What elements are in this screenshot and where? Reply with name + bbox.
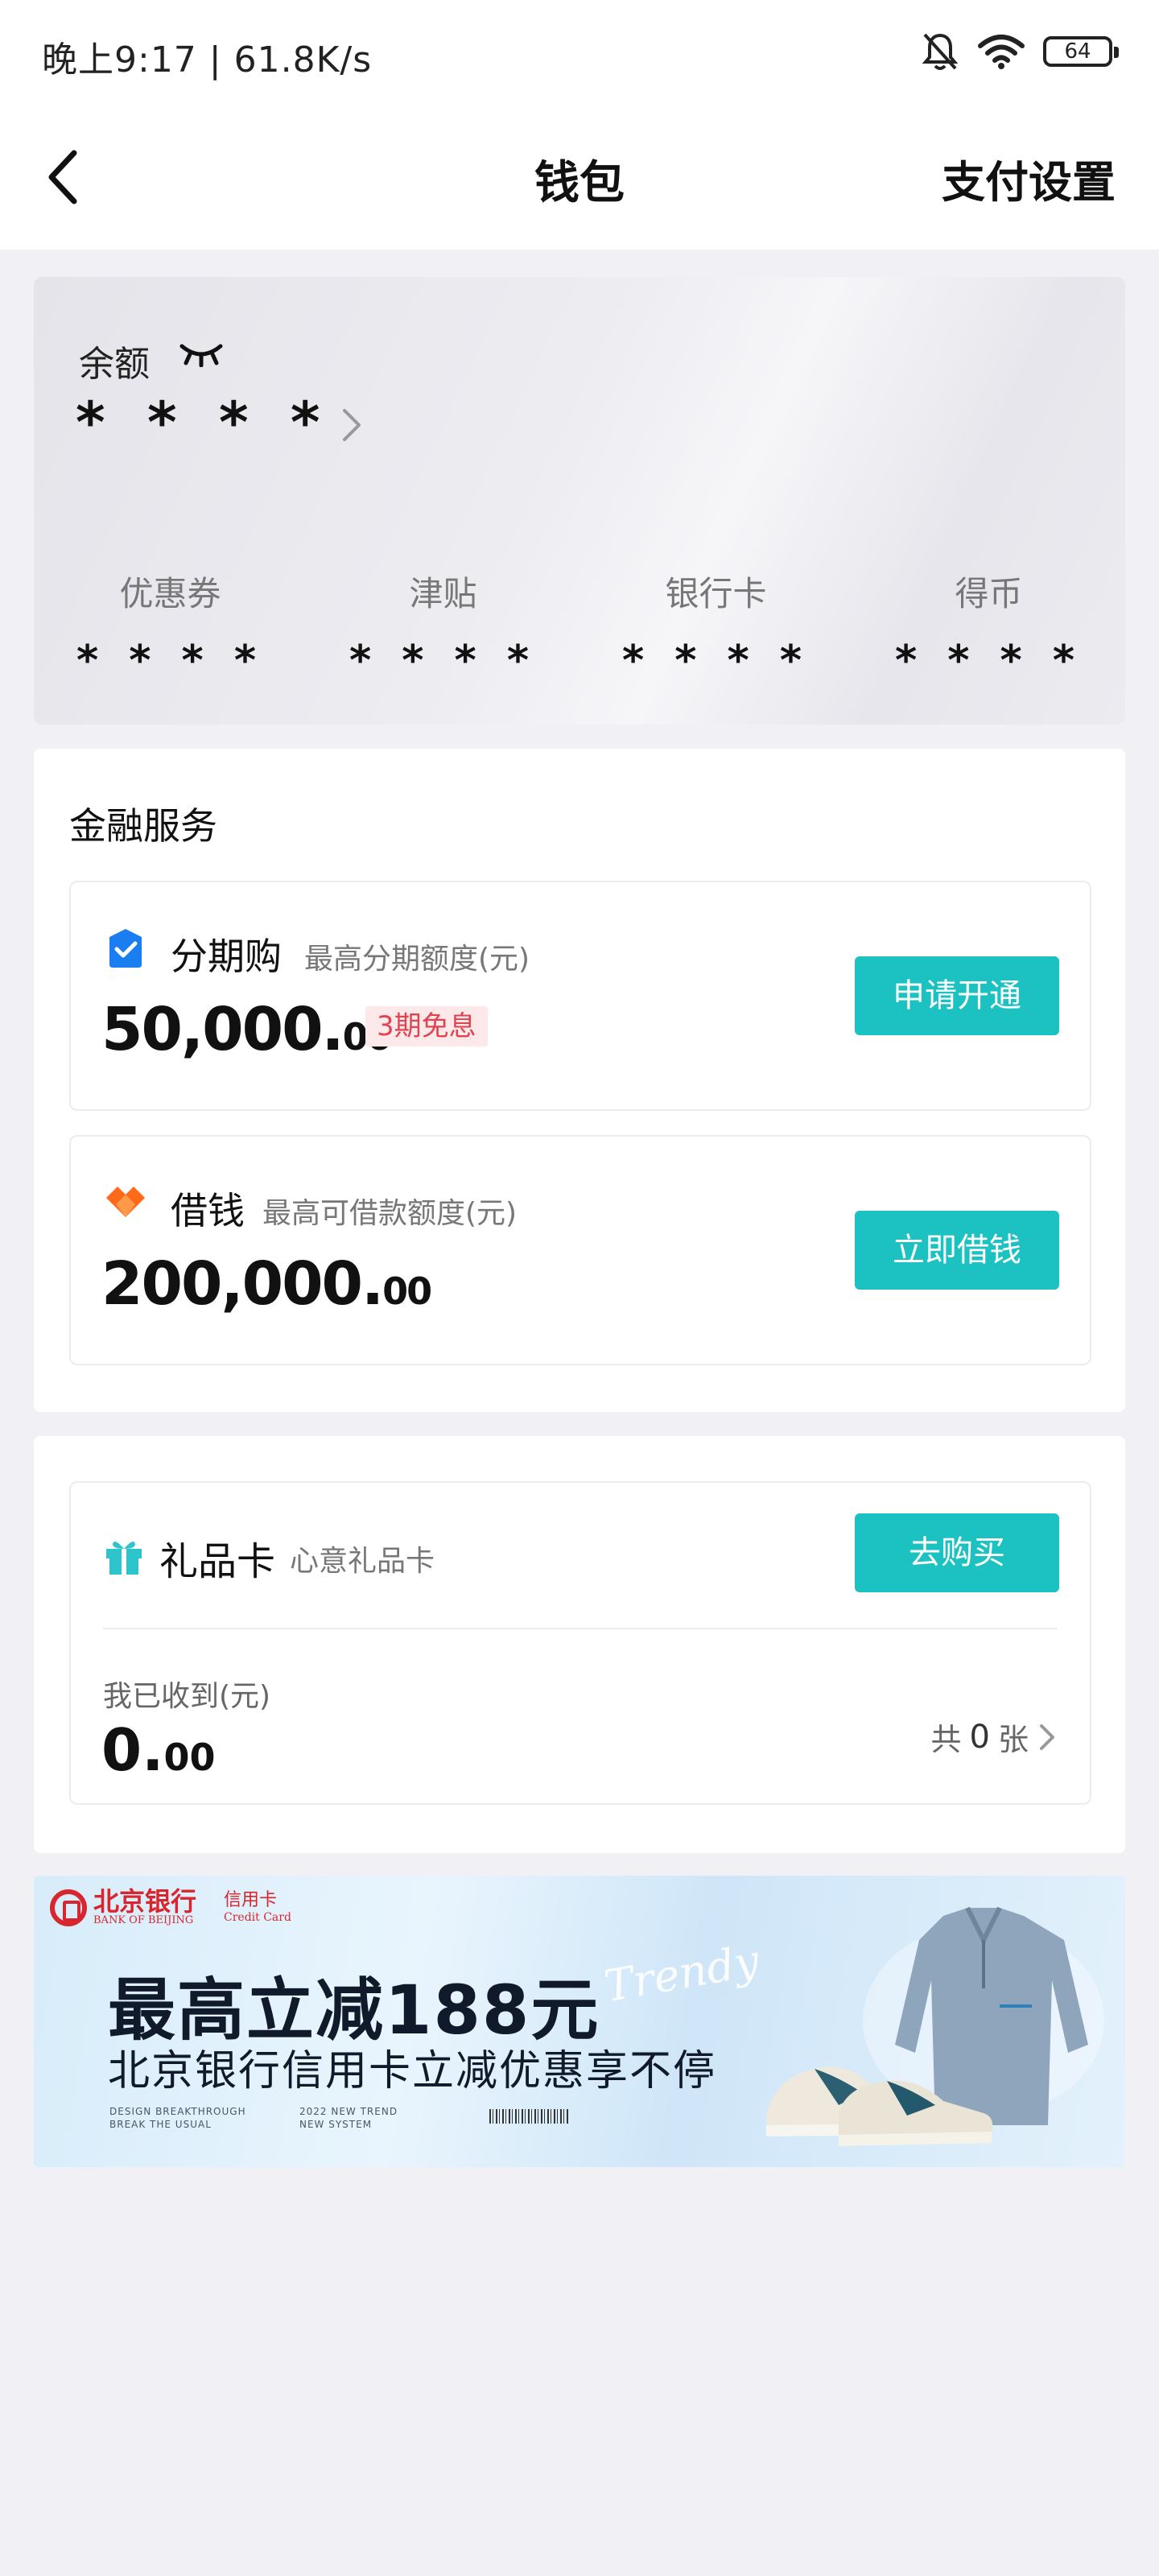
nav-bar: 钱包 支付设置 bbox=[0, 105, 1159, 250]
promo-banner[interactable]: 北京银行 BANK OF BEIJING 信用卡 Credit Card 最高立… bbox=[34, 1876, 1125, 2167]
battery-level: 64 bbox=[1064, 39, 1091, 64]
count-number: 0 bbox=[969, 1718, 990, 1756]
borrow-now-button[interactable]: 立即借钱 bbox=[855, 1211, 1059, 1290]
apply-open-button[interactable]: 申请开通 bbox=[855, 956, 1059, 1035]
loan-subtitle: 最高可借款额度(元) bbox=[262, 1197, 518, 1230]
installment-name: 分期购 bbox=[171, 935, 282, 978]
section-title: 金融服务 bbox=[69, 804, 217, 848]
asset-value: * * * * bbox=[894, 637, 1083, 685]
asset-bank-cards[interactable]: 银行卡 * * * * bbox=[580, 567, 852, 696]
buy-gift-card-button[interactable]: 去购买 bbox=[855, 1513, 1059, 1592]
asset-label: 得币 bbox=[955, 574, 1023, 613]
asset-value: * * * * bbox=[76, 637, 265, 685]
gift-card-subtitle: 心意礼品卡 bbox=[290, 1545, 435, 1578]
loan-amount: 200,000.00 bbox=[101, 1249, 432, 1319]
banner-small-text: DESIGN BREAKTHROUGH BREAK THE USUAL bbox=[109, 2106, 246, 2130]
card-label-en: Credit Card bbox=[224, 1910, 291, 1924]
asset-label: 优惠券 bbox=[119, 574, 221, 613]
chevron-right-icon[interactable] bbox=[338, 402, 365, 448]
balance-card[interactable]: 余额 * * * * 优惠券 * * * * 津贴 * * * * 银行卡 * … bbox=[34, 277, 1125, 724]
gift-card-count[interactable]: 共 0 张 bbox=[931, 1715, 1058, 1759]
count-suffix: 张 bbox=[997, 1722, 1029, 1757]
gift-card[interactable]: 礼品卡 心意礼品卡 去购买 我已收到(元) 0.00 共 0 张 bbox=[69, 1481, 1091, 1805]
divider bbox=[103, 1628, 1058, 1629]
bank-name: 北京银行 bbox=[93, 1886, 197, 1917]
bank-logo-icon bbox=[50, 1889, 87, 1926]
financial-services-section: 金融服务 分期购 最高分期额度(元) 50,000.00 3期免息 申请开通 借… bbox=[34, 749, 1125, 1412]
installment-amount: 50,000.00 bbox=[101, 995, 393, 1064]
amount-int: 200,000. bbox=[101, 1249, 384, 1319]
amount-dec: 00 bbox=[382, 1269, 432, 1313]
status-bar: 晚上9:17 | 61.8K/s 64 bbox=[0, 0, 1159, 105]
asset-label: 银行卡 bbox=[665, 574, 767, 613]
status-icons: 64 bbox=[921, 27, 1119, 76]
bank-name-en: BANK OF BEIJING bbox=[93, 1914, 194, 1926]
bank-logo: 北京银行 BANK OF BEIJING 信用卡 Credit Card bbox=[50, 1889, 291, 1926]
interest-free-badge: 3期免息 bbox=[365, 1006, 488, 1046]
barcode-graphic bbox=[489, 2109, 570, 2124]
asset-label: 津贴 bbox=[409, 574, 477, 613]
bell-muted-icon bbox=[922, 33, 959, 70]
pay-settings-button[interactable]: 支付设置 bbox=[942, 147, 1116, 210]
asset-coins[interactable]: 得币 * * * * bbox=[852, 567, 1125, 696]
installment-subtitle: 最高分期额度(元) bbox=[304, 943, 530, 976]
balance-label: 余额 bbox=[79, 344, 150, 385]
balance-value: * * * * bbox=[76, 390, 332, 456]
asset-value: * * * * bbox=[621, 637, 810, 685]
status-time-speed: 晚上9:17 | 61.8K/s bbox=[42, 39, 373, 80]
amount-dec: 00 bbox=[163, 1736, 216, 1779]
installment-card[interactable]: 分期购 最高分期额度(元) 50,000.00 3期免息 申请开通 bbox=[69, 881, 1091, 1111]
amount-int: 0. bbox=[101, 1716, 164, 1784]
asset-coupons[interactable]: 优惠券 * * * * bbox=[34, 567, 307, 696]
gift-icon bbox=[106, 1542, 142, 1575]
sneakers-illustration bbox=[766, 2066, 993, 2146]
installment-check-icon bbox=[109, 929, 142, 968]
card-label: 信用卡 bbox=[224, 1890, 278, 1911]
amount-int: 50,000. bbox=[101, 995, 344, 1064]
loan-heart-icon bbox=[106, 1187, 145, 1217]
banner-subline: 北京银行信用卡立减优惠享不停 bbox=[108, 2047, 717, 2095]
eye-closed-icon[interactable] bbox=[179, 340, 224, 367]
loan-name: 借钱 bbox=[171, 1189, 245, 1232]
assets-row: 优惠券 * * * * 津贴 * * * * 银行卡 * * * * 得币 * … bbox=[34, 567, 1125, 696]
chevron-right-icon bbox=[1040, 1724, 1054, 1750]
received-amount: 0.00 bbox=[101, 1716, 215, 1784]
asset-allowance[interactable]: 津贴 * * * * bbox=[307, 567, 580, 696]
gift-card-section: 礼品卡 心意礼品卡 去购买 我已收到(元) 0.00 共 0 张 bbox=[34, 1436, 1125, 1853]
loan-card[interactable]: 借钱 最高可借款额度(元) 200,000.00 立即借钱 bbox=[69, 1135, 1091, 1365]
gift-card-name: 礼品卡 bbox=[159, 1539, 276, 1584]
bank-name-block: 北京银行 BANK OF BEIJING bbox=[93, 1889, 196, 1926]
battery-icon: 64 bbox=[1043, 36, 1119, 67]
count-prefix: 共 bbox=[930, 1722, 962, 1757]
banner-script-text: Trendy bbox=[600, 1934, 763, 2013]
banner-small-text: 2022 NEW TREND NEW SYSTEM bbox=[299, 2106, 398, 2130]
card-label-block: 信用卡 Credit Card bbox=[203, 1890, 291, 1924]
asset-value: * * * * bbox=[349, 637, 538, 685]
wallet-page: 晚上9:17 | 61.8K/s 64 钱包 支付设置 余额 * * * * 优… bbox=[0, 0, 1159, 2576]
wifi-icon bbox=[978, 35, 1025, 69]
received-label: 我已收到(元) bbox=[103, 1680, 271, 1713]
